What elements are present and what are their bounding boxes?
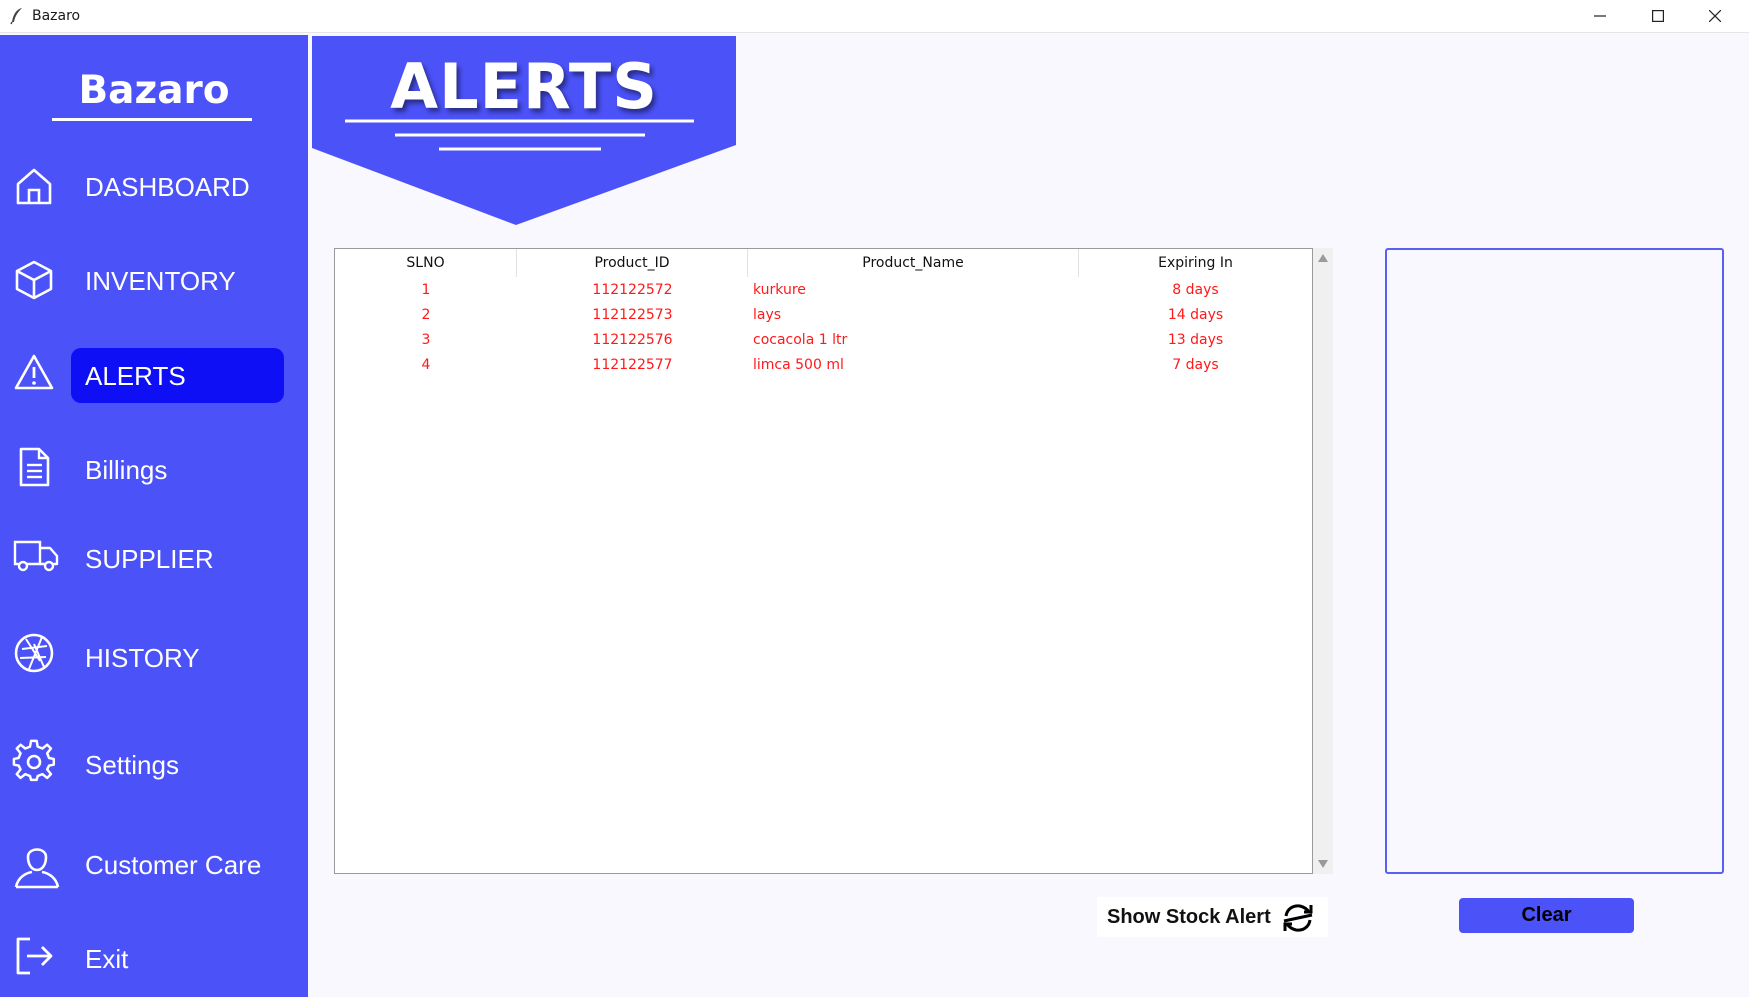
cell-slno: 2 (421, 307, 431, 323)
alert-details-panel[interactable] (1385, 248, 1724, 874)
sidebar-item-customer-care[interactable]: Customer Care (0, 834, 308, 894)
cell-expiring-in: 8 days (1172, 282, 1219, 298)
column-header-expiring-in[interactable]: Expiring In (1079, 249, 1312, 277)
page-title-banner: ALERTS (312, 36, 736, 225)
show-stock-alert-label: Show Stock Alert (1107, 906, 1271, 928)
close-button[interactable] (1687, 0, 1743, 32)
aperture-icon (12, 631, 56, 675)
sidebar-item-label: HISTORY (85, 643, 200, 673)
brand-underline (52, 118, 252, 121)
document-icon (12, 445, 56, 489)
cell-slno: 3 (421, 332, 431, 348)
box-icon (12, 258, 56, 302)
cell-product-id: 112122577 (592, 357, 673, 373)
column-header-slno[interactable]: SLNO (335, 249, 517, 277)
person-icon (12, 839, 62, 889)
sidebar-item-exit[interactable]: Exit (0, 928, 308, 988)
sidebar-item-label: Settings (85, 750, 179, 780)
sidebar-item-label: ALERTS (85, 361, 186, 391)
sidebar-item-label: DASHBOARD (85, 172, 250, 202)
table-row[interactable]: 3 112122576 cocacola 1 ltr 13 days (335, 328, 1312, 353)
brand-logo-text: Bazaro (78, 68, 230, 113)
alerts-table[interactable]: SLNO Product_ID Product_Name Expiring In… (334, 248, 1313, 874)
column-header-product-id[interactable]: Product_ID (517, 249, 748, 277)
window-title: Bazaro (32, 8, 81, 24)
sidebar-item-label: Exit (85, 944, 129, 974)
sidebar-item-label: SUPPLIER (85, 544, 214, 574)
cell-product-id: 112122573 (592, 307, 673, 323)
cell-expiring-in: 14 days (1167, 307, 1224, 323)
cell-expiring-in: 7 days (1172, 357, 1219, 373)
sidebar-item-supplier[interactable]: SUPPLIER (0, 528, 308, 588)
cell-product-name: lays (753, 307, 782, 323)
table-row[interactable]: 4 112122577 limca 500 ml 7 days (335, 353, 1312, 378)
cell-product-name: cocacola 1 ltr (753, 332, 848, 348)
column-header-product-name[interactable]: Product_Name (748, 249, 1079, 277)
cell-product-id: 112122572 (592, 282, 673, 298)
sidebar-item-label: Customer Care (85, 850, 262, 880)
cell-slno: 4 (421, 357, 431, 373)
exit-icon (12, 934, 56, 978)
clear-button[interactable]: Clear (1459, 898, 1634, 933)
gear-icon (12, 739, 56, 783)
maximize-button[interactable] (1630, 0, 1686, 32)
page-title: ALERTS (390, 50, 658, 123)
cell-product-id: 112122576 (592, 332, 673, 348)
cell-expiring-in: 13 days (1167, 332, 1224, 348)
cell-slno: 1 (421, 282, 431, 298)
table-header: SLNO Product_ID Product_Name Expiring In (335, 249, 1312, 277)
sidebar-item-alerts[interactable]: ALERTS (0, 345, 308, 405)
home-icon (12, 164, 56, 208)
table-row[interactable]: 2 112122573 lays 14 days (335, 303, 1312, 328)
maximize-icon (1652, 10, 1664, 22)
table-row[interactable]: 1 112122572 kurkure 8 days (335, 278, 1312, 303)
refresh-icon[interactable] (1280, 900, 1316, 936)
scroll-down-arrow-icon[interactable] (1318, 860, 1328, 868)
close-icon (1709, 10, 1721, 22)
truck-icon (12, 532, 60, 576)
feather-icon (9, 7, 25, 25)
cell-product-name: kurkure (753, 282, 806, 298)
scroll-up-arrow-icon[interactable] (1318, 254, 1328, 262)
table-scrollbar[interactable] (1313, 248, 1333, 874)
minimize-button[interactable] (1572, 0, 1628, 32)
minimize-icon (1594, 15, 1606, 17)
warning-icon (12, 351, 56, 395)
sidebar-item-label: INVENTORY (85, 266, 236, 296)
sidebar-item-inventory[interactable]: INVENTORY (0, 250, 308, 310)
sidebar: Bazaro DASHBOARD INVENTORY ALERTS Billin… (0, 35, 308, 997)
sidebar-item-label: Billings (85, 455, 168, 485)
sidebar-item-dashboard[interactable]: DASHBOARD (0, 156, 308, 216)
sidebar-item-history[interactable]: HISTORY (0, 627, 308, 687)
cell-product-name: limca 500 ml (753, 357, 844, 373)
show-stock-alert-button[interactable]: Show Stock Alert (1097, 897, 1328, 937)
sidebar-item-billings[interactable]: Billings (0, 439, 308, 499)
sidebar-item-settings[interactable]: Settings (0, 734, 308, 794)
window-title-bar: Bazaro (0, 0, 1749, 33)
